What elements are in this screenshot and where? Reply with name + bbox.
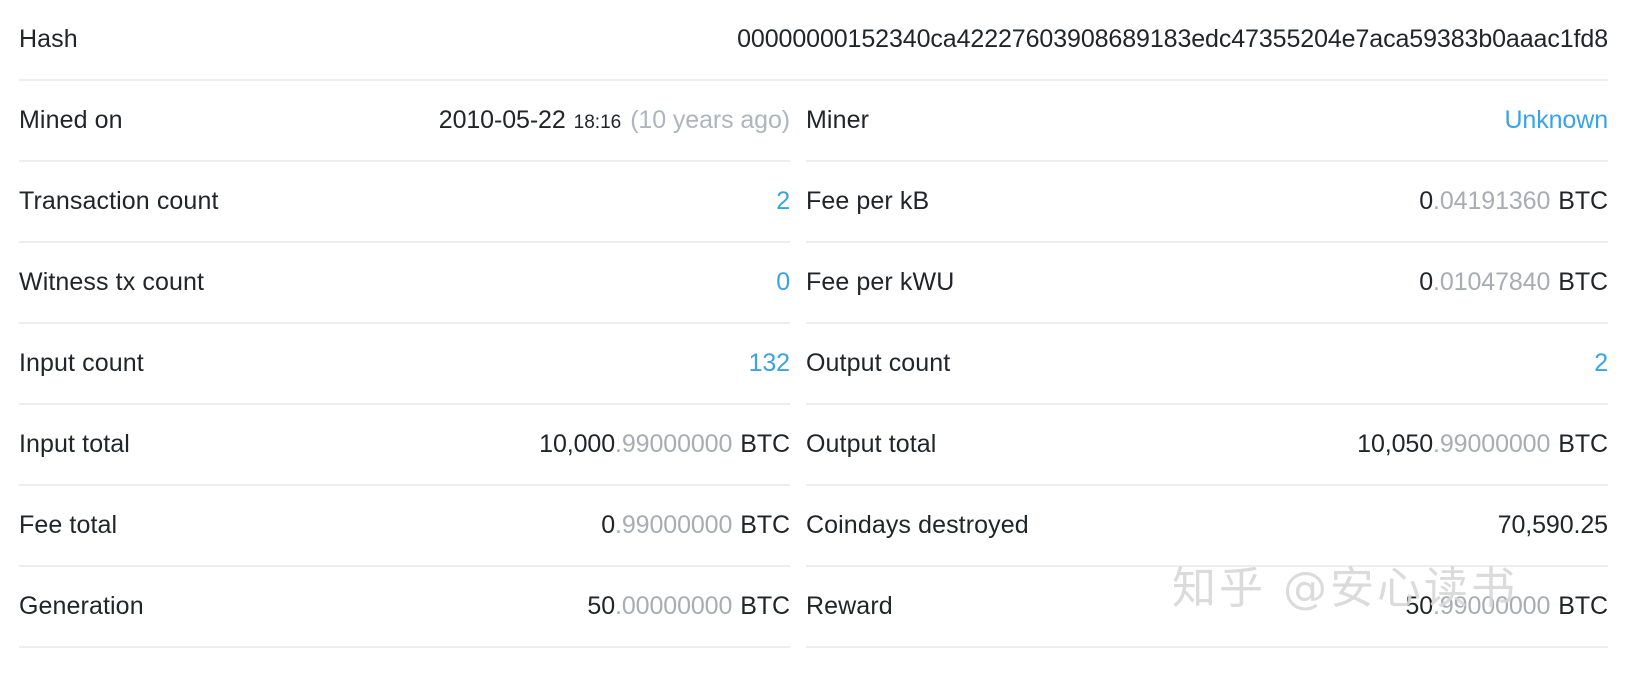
left-column: Mined on 2010-05-22 18:16 (10 years ago) T… — [0, 81, 794, 679]
row-label-transaction-count: Transaction count — [19, 187, 219, 215]
mined-on-relative: (10 years ago) — [630, 106, 790, 134]
row-label-coindays-destroyed: Coindays destroyed — [806, 511, 1029, 539]
row-label-witness-tx-count: Witness tx count — [19, 268, 204, 296]
fee-total-integer: 0 — [601, 511, 616, 539]
row-output-total: Output total 10,050.99000000 BTC — [806, 405, 1608, 486]
fee-total-unit: BTC — [740, 511, 790, 539]
reward-unit: BTC — [1558, 592, 1608, 620]
row-input-count: Input count 132 — [19, 324, 790, 405]
row-value-generation: 50.00000000 BTC — [587, 592, 790, 621]
row-miner: Miner Unknown — [806, 81, 1608, 162]
hash-value: 00000000152340ca42227603908689183edc4735… — [737, 25, 1608, 53]
fee-per-kwu-fraction: .01047840 — [1433, 268, 1551, 296]
row-label-fee-per-kwu: Fee per kWU — [806, 268, 955, 296]
input-count-link[interactable]: 132 — [749, 349, 791, 377]
transaction-count-link[interactable]: 2 — [776, 187, 790, 215]
row-label-reward: Reward — [806, 592, 893, 620]
row-input-total: Input total 10,000.99000000 BTC — [19, 405, 790, 486]
row-transaction-count: Transaction count 2 — [19, 162, 790, 243]
mined-on-date: 2010-05-22 — [438, 106, 566, 134]
row-label-fee-per-kb: Fee per kB — [806, 187, 930, 215]
row-label-output-total: Output total — [806, 430, 937, 458]
detail-columns: Mined on 2010-05-22 18:16 (10 years ago) T… — [0, 81, 1626, 679]
row-value-fee-per-kwu: 0.01047840 BTC — [1419, 268, 1608, 297]
hash-label: Hash — [19, 25, 78, 53]
generation-fraction: .00000000 — [615, 592, 733, 620]
row-label-generation: Generation — [19, 592, 144, 620]
row-fee-per-kb: Fee per kB 0.04191360 BTC — [806, 162, 1608, 243]
row-label-fee-total: Fee total — [19, 511, 118, 539]
hash-row: Hash 00000000152340ca42227603908689183ed… — [0, 0, 1626, 81]
row-value-witness-tx-count: 0 — [776, 268, 790, 297]
row-witness-tx-count: Witness tx count 0 — [19, 243, 790, 324]
row-value-coindays-destroyed: 70,590.25 — [1497, 511, 1608, 539]
reward-fraction: .99000000 — [1433, 592, 1551, 620]
row-value-transaction-count: 2 — [776, 187, 790, 216]
fee-per-kwu-unit: BTC — [1558, 268, 1608, 296]
row-generation: Generation 50.00000000 BTC — [19, 567, 790, 648]
row-value-input-total: 10,000.99000000 BTC — [539, 430, 790, 459]
input-total-fraction: .99000000 — [615, 430, 733, 458]
block-summary-page: Hash 00000000152340ca42227603908689183ed… — [0, 0, 1626, 679]
mined-on-time: 18:16 — [573, 112, 622, 133]
row-value-output-count: 2 — [1594, 349, 1608, 378]
row-value-reward: 50.99000000 BTC — [1405, 592, 1608, 621]
output-count-link[interactable]: 2 — [1594, 349, 1608, 377]
input-total-integer: 10,000 — [539, 430, 616, 458]
output-total-unit: BTC — [1558, 430, 1608, 458]
row-reward: Reward 50.99000000 BTC — [806, 567, 1608, 648]
fee-per-kb-unit: BTC — [1558, 187, 1608, 215]
row-value-miner: Unknown — [1504, 106, 1608, 135]
row-label-output-count: Output count — [806, 349, 951, 377]
miner-link[interactable]: Unknown — [1504, 106, 1608, 134]
fee-total-fraction: .99000000 — [615, 511, 733, 539]
row-value-fee-per-kb: 0.04191360 BTC — [1419, 187, 1608, 216]
input-total-unit: BTC — [740, 430, 790, 458]
output-total-fraction: .99000000 — [1433, 430, 1551, 458]
row-fee-total: Fee total 0.99000000 BTC — [19, 486, 790, 567]
row-label-mined-on: Mined on — [19, 106, 123, 134]
output-total-integer: 10,050 — [1357, 430, 1434, 458]
fee-per-kb-integer: 0 — [1419, 187, 1434, 215]
row-label-miner: Miner — [806, 106, 870, 134]
row-label-input-count: Input count — [19, 349, 144, 377]
row-label-input-total: Input total — [19, 430, 130, 458]
fee-per-kwu-integer: 0 — [1419, 268, 1434, 296]
row-value-input-count: 132 — [749, 349, 791, 378]
row-fee-per-kwu: Fee per kWU 0.01047840 BTC — [806, 243, 1608, 324]
reward-integer: 50 — [1405, 592, 1434, 620]
row-value-fee-total: 0.99000000 BTC — [601, 511, 790, 540]
fee-per-kb-fraction: .04191360 — [1433, 187, 1551, 215]
row-mined-on: Mined on 2010-05-22 18:16 (10 years ago) — [19, 81, 790, 162]
generation-integer: 50 — [587, 592, 616, 620]
right-column: Miner Unknown Fee per kB 0.04191360 BTC F… — [794, 81, 1626, 679]
row-value-mined-on: 2010-05-22 18:16 (10 years ago) — [439, 106, 790, 135]
row-output-count: Output count 2 — [806, 324, 1608, 405]
row-value-output-total: 10,050.99000000 BTC — [1357, 430, 1608, 459]
generation-unit: BTC — [740, 592, 790, 620]
row-coindays-destroyed: Coindays destroyed 70,590.25 — [806, 486, 1608, 567]
witness-tx-count-link[interactable]: 0 — [776, 268, 790, 296]
